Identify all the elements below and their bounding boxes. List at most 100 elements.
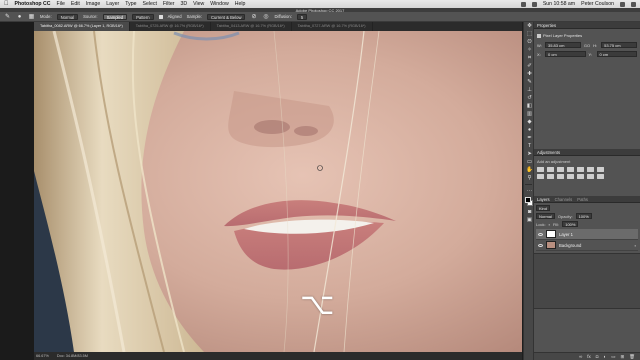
- tab-channels[interactable]: Channels: [555, 197, 573, 202]
- gradient-tool-icon[interactable]: ▥: [525, 111, 534, 118]
- type-tool-icon[interactable]: T: [525, 143, 534, 150]
- visibility-eye-icon[interactable]: [538, 232, 543, 236]
- layer-row[interactable]: Background ▪: [536, 240, 638, 251]
- sample-select[interactable]: Current & Below: [206, 13, 246, 20]
- vibrance-icon[interactable]: [577, 167, 584, 172]
- visibility-eye-icon[interactable]: [538, 243, 543, 247]
- user-name[interactable]: Peter Coulson: [581, 1, 614, 7]
- posterize-icon[interactable]: [587, 174, 594, 179]
- more-tools-icon[interactable]: …: [525, 187, 534, 194]
- brightness-icon[interactable]: [537, 167, 544, 172]
- path-select-tool-icon[interactable]: ➤: [525, 151, 534, 158]
- ignore-adjustments-icon[interactable]: ⊘: [250, 13, 257, 20]
- layer-row[interactable]: Layer 1: [536, 229, 638, 240]
- crop-tool-icon[interactable]: ⌗: [525, 55, 534, 62]
- hand-tool-icon[interactable]: ✋: [525, 167, 534, 174]
- quick-select-tool-icon[interactable]: ✧: [525, 47, 534, 54]
- add-mask-icon[interactable]: ◘: [596, 354, 599, 359]
- blur-tool-icon[interactable]: ◆: [525, 119, 534, 126]
- height-field[interactable]: 53.75 cm: [601, 42, 638, 48]
- menu-type[interactable]: Type: [125, 1, 136, 7]
- diffusion-select[interactable]: 5: [296, 13, 308, 20]
- exposure-icon[interactable]: [567, 167, 574, 172]
- link-dimensions-button[interactable]: GO: [584, 43, 590, 48]
- zoom-level[interactable]: 66.67%: [36, 354, 49, 358]
- menu-window[interactable]: Window: [210, 1, 228, 7]
- threshold-icon[interactable]: [597, 174, 604, 179]
- new-layer-icon[interactable]: ⊞: [621, 354, 625, 360]
- menu-list-icon[interactable]: [631, 1, 636, 7]
- menu-layer[interactable]: Layer: [106, 1, 119, 7]
- apple-icon[interactable]: : [4, 1, 9, 7]
- levels-icon[interactable]: [547, 167, 554, 172]
- tab-layers[interactable]: Layers: [537, 197, 550, 202]
- layer-name[interactable]: Layer 1: [559, 232, 573, 237]
- black-white-icon[interactable]: [537, 174, 544, 179]
- battery-icon[interactable]: [531, 1, 537, 7]
- doc-tab-active[interactable]: Tabitha_0082.ARW @ 66.7% (Layer 1, RGB/1…: [34, 22, 130, 31]
- delete-layer-icon[interactable]: 🗑: [629, 354, 635, 360]
- hue-saturation-icon[interactable]: [587, 167, 594, 172]
- app-menu[interactable]: Photoshop CC: [15, 1, 51, 7]
- clock[interactable]: Sun 10:58 am: [543, 1, 575, 7]
- screen-mode-icon[interactable]: ▣: [525, 217, 534, 224]
- dodge-tool-icon[interactable]: ●: [525, 127, 534, 134]
- x-field[interactable]: 0 cm: [545, 51, 586, 57]
- fx-icon[interactable]: fx: [587, 354, 591, 359]
- opacity-field[interactable]: 100%: [575, 213, 592, 219]
- doc-tab[interactable]: Tabitha_0413.ARW @ 16.7% (RGB/16*): [211, 22, 292, 31]
- search-icon[interactable]: [620, 1, 625, 7]
- quick-mask-icon[interactable]: ◙: [525, 209, 534, 216]
- photo-filter-icon[interactable]: [547, 174, 554, 179]
- y-field[interactable]: 0 cm: [596, 51, 637, 57]
- color-lookup-icon[interactable]: [567, 174, 574, 179]
- menu-help[interactable]: Help: [235, 1, 246, 7]
- brush-size-icon[interactable]: ●: [16, 13, 23, 20]
- invert-icon[interactable]: [577, 174, 584, 179]
- history-brush-tool-icon[interactable]: ↺: [525, 95, 534, 102]
- foreground-color-swatch[interactable]: [525, 197, 531, 203]
- layer-name[interactable]: Background: [559, 243, 581, 248]
- doc-size[interactable]: Doc: 34.8M/83.5M: [57, 354, 88, 358]
- marquee-tool-icon[interactable]: ⬚: [525, 31, 534, 38]
- tab-paths[interactable]: Paths: [577, 197, 588, 202]
- menu-file[interactable]: File: [57, 1, 65, 7]
- new-group-icon[interactable]: ▭: [611, 354, 615, 360]
- channel-mixer-icon[interactable]: [557, 174, 564, 179]
- wifi-icon[interactable]: [520, 1, 526, 7]
- pressure-icon[interactable]: ◎: [262, 13, 269, 20]
- lasso-tool-icon[interactable]: ʘ: [525, 39, 534, 46]
- tab-adjustments[interactable]: Adjustments: [537, 150, 560, 155]
- document-canvas[interactable]: ⌥: [34, 31, 522, 352]
- link-layers-icon[interactable]: ∞: [579, 354, 582, 359]
- source-sampled-button[interactable]: Sampled: [102, 13, 128, 20]
- new-adjustment-icon[interactable]: ◐: [604, 354, 607, 359]
- menu-3d[interactable]: 3D: [180, 1, 187, 7]
- doc-tab[interactable]: Tabitha_0727.ARW @ 16.7% (RGB/16*): [292, 22, 373, 31]
- lock-icon[interactable]: ▪: [549, 222, 550, 227]
- curves-icon[interactable]: [557, 167, 564, 172]
- eyedropper-tool-icon[interactable]: ✐: [525, 63, 534, 70]
- pen-tool-icon[interactable]: ✒: [525, 135, 534, 142]
- menu-filter[interactable]: Filter: [163, 1, 175, 7]
- menu-image[interactable]: Image: [86, 1, 100, 7]
- eraser-tool-icon[interactable]: ◧: [525, 103, 534, 110]
- menu-edit[interactable]: Edit: [71, 1, 80, 7]
- shape-tool-icon[interactable]: ▭: [525, 159, 534, 166]
- layer-filter-kind[interactable]: Kind: [536, 205, 551, 211]
- source-pattern-button[interactable]: Pattern: [132, 13, 154, 20]
- color-balance-icon[interactable]: [597, 167, 604, 172]
- doc-tab[interactable]: Tabitha_0725.ARW @ 16.7% (RGB/16*): [130, 22, 211, 31]
- mode-select[interactable]: Normal: [56, 13, 79, 20]
- clone-stamp-tool-icon[interactable]: ⊥: [525, 87, 534, 94]
- blend-mode-select[interactable]: Normal: [536, 213, 555, 219]
- fill-field[interactable]: 100%: [562, 221, 579, 227]
- brush-tool-icon[interactable]: ✎: [525, 79, 534, 86]
- aligned-checkbox[interactable]: [158, 14, 163, 19]
- zoom-tool-icon[interactable]: ⚲: [525, 175, 534, 182]
- menu-view[interactable]: View: [193, 1, 204, 7]
- tab-properties[interactable]: Properties: [537, 23, 556, 28]
- healing-tool-icon[interactable]: ✚: [525, 71, 534, 78]
- healing-brush-icon[interactable]: ✎: [4, 13, 11, 20]
- move-tool-icon[interactable]: ✥: [525, 23, 534, 30]
